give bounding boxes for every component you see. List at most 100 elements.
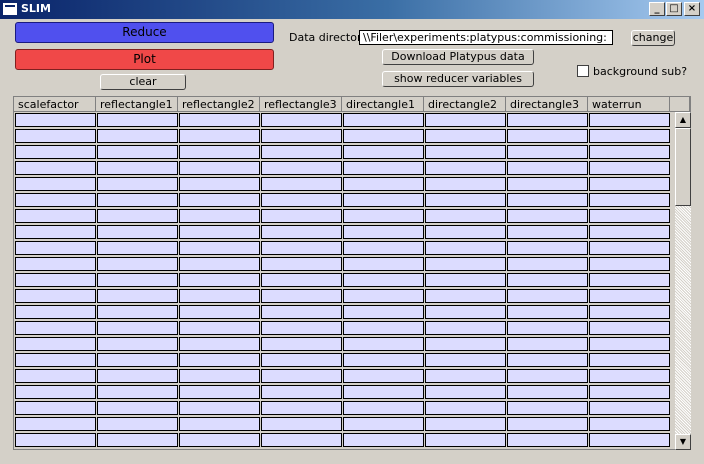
cell-reflectangle3[interactable]: [261, 161, 342, 175]
cell-waterrun[interactable]: [589, 273, 670, 287]
cell-scalefactor[interactable]: [15, 241, 96, 255]
cell-scalefactor[interactable]: [15, 177, 96, 191]
cell-directangle2[interactable]: [425, 385, 506, 399]
cell-directangle2[interactable]: [425, 225, 506, 239]
cell-waterrun[interactable]: [589, 145, 670, 159]
cell-reflectangle2[interactable]: [179, 145, 260, 159]
arrow-up-icon[interactable]: ▲: [675, 112, 691, 128]
clear-button[interactable]: clear: [100, 74, 186, 90]
cell-reflectangle3[interactable]: [261, 337, 342, 351]
arrow-down-icon[interactable]: ▼: [675, 434, 691, 450]
cell-reflectangle2[interactable]: [179, 241, 260, 255]
cell-reflectangle3[interactable]: [261, 209, 342, 223]
cell-directangle3[interactable]: [507, 289, 588, 303]
cell-directangle2[interactable]: [425, 417, 506, 431]
cell-directangle3[interactable]: [507, 145, 588, 159]
show-reducer-variables-button[interactable]: show reducer variables: [382, 71, 534, 87]
vertical-scrollbar[interactable]: ▲ ▼: [675, 112, 691, 450]
cell-directangle2[interactable]: [425, 129, 506, 143]
cell-reflectangle1[interactable]: [97, 193, 178, 207]
cell-reflectangle2[interactable]: [179, 273, 260, 287]
cell-reflectangle2[interactable]: [179, 289, 260, 303]
maximize-icon[interactable]: □: [666, 2, 682, 16]
cell-waterrun[interactable]: [589, 257, 670, 271]
cell-reflectangle2[interactable]: [179, 369, 260, 383]
cell-directangle3[interactable]: [507, 305, 588, 319]
cell-waterrun[interactable]: [589, 401, 670, 415]
cell-waterrun[interactable]: [589, 417, 670, 431]
cell-scalefactor[interactable]: [15, 129, 96, 143]
cell-reflectangle3[interactable]: [261, 369, 342, 383]
data-directory-field[interactable]: \\Filer\experiments:platypus:commissioni…: [359, 30, 613, 45]
cell-reflectangle2[interactable]: [179, 385, 260, 399]
cell-reflectangle3[interactable]: [261, 225, 342, 239]
cell-waterrun[interactable]: [589, 161, 670, 175]
cell-scalefactor[interactable]: [15, 321, 96, 335]
cell-reflectangle3[interactable]: [261, 401, 342, 415]
cell-reflectangle3[interactable]: [261, 113, 342, 127]
cell-reflectangle2[interactable]: [179, 225, 260, 239]
cell-reflectangle2[interactable]: [179, 401, 260, 415]
cell-directangle2[interactable]: [425, 193, 506, 207]
cell-directangle3[interactable]: [507, 337, 588, 351]
cell-reflectangle2[interactable]: [179, 177, 260, 191]
cell-scalefactor[interactable]: [15, 193, 96, 207]
cell-directangle3[interactable]: [507, 257, 588, 271]
cell-reflectangle1[interactable]: [97, 145, 178, 159]
cell-reflectangle3[interactable]: [261, 385, 342, 399]
cell-reflectangle1[interactable]: [97, 209, 178, 223]
cell-reflectangle2[interactable]: [179, 257, 260, 271]
cell-directangle3[interactable]: [507, 401, 588, 415]
cell-scalefactor[interactable]: [15, 225, 96, 239]
cell-reflectangle3[interactable]: [261, 417, 342, 431]
cell-waterrun[interactable]: [589, 385, 670, 399]
scrollbar-thumb[interactable]: [675, 128, 691, 206]
cell-reflectangle1[interactable]: [97, 161, 178, 175]
cell-waterrun[interactable]: [589, 433, 670, 447]
cell-scalefactor[interactable]: [15, 353, 96, 367]
cell-reflectangle3[interactable]: [261, 305, 342, 319]
cell-directangle3[interactable]: [507, 241, 588, 255]
cell-scalefactor[interactable]: [15, 401, 96, 415]
cell-reflectangle1[interactable]: [97, 321, 178, 335]
cell-reflectangle3[interactable]: [261, 257, 342, 271]
cell-waterrun[interactable]: [589, 321, 670, 335]
cell-reflectangle1[interactable]: [97, 305, 178, 319]
cell-directangle3[interactable]: [507, 321, 588, 335]
close-icon[interactable]: ×: [684, 2, 700, 16]
reduce-button[interactable]: Reduce: [15, 22, 274, 43]
cell-directangle3[interactable]: [507, 161, 588, 175]
cell-directangle1[interactable]: [343, 337, 424, 351]
cell-directangle2[interactable]: [425, 289, 506, 303]
cell-directangle3[interactable]: [507, 177, 588, 191]
cell-directangle1[interactable]: [343, 241, 424, 255]
cell-directangle2[interactable]: [425, 401, 506, 415]
cell-directangle2[interactable]: [425, 337, 506, 351]
cell-directangle1[interactable]: [343, 433, 424, 447]
cell-reflectangle2[interactable]: [179, 161, 260, 175]
cell-waterrun[interactable]: [589, 305, 670, 319]
cell-reflectangle1[interactable]: [97, 225, 178, 239]
cell-directangle2[interactable]: [425, 273, 506, 287]
cell-reflectangle1[interactable]: [97, 353, 178, 367]
cell-scalefactor[interactable]: [15, 161, 96, 175]
cell-reflectangle2[interactable]: [179, 113, 260, 127]
minimize-icon[interactable]: _: [649, 2, 665, 16]
cell-scalefactor[interactable]: [15, 257, 96, 271]
cell-directangle1[interactable]: [343, 401, 424, 415]
cell-directangle3[interactable]: [507, 273, 588, 287]
cell-scalefactor[interactable]: [15, 113, 96, 127]
download-platypus-data-button[interactable]: Download Platypus data: [382, 49, 534, 65]
cell-directangle1[interactable]: [343, 257, 424, 271]
cell-directangle1[interactable]: [343, 177, 424, 191]
cell-reflectangle1[interactable]: [97, 433, 178, 447]
cell-reflectangle2[interactable]: [179, 305, 260, 319]
cell-reflectangle3[interactable]: [261, 129, 342, 143]
cell-directangle2[interactable]: [425, 433, 506, 447]
cell-directangle1[interactable]: [343, 305, 424, 319]
cell-waterrun[interactable]: [589, 241, 670, 255]
cell-directangle2[interactable]: [425, 161, 506, 175]
cell-waterrun[interactable]: [589, 193, 670, 207]
cell-reflectangle1[interactable]: [97, 129, 178, 143]
cell-reflectangle1[interactable]: [97, 385, 178, 399]
